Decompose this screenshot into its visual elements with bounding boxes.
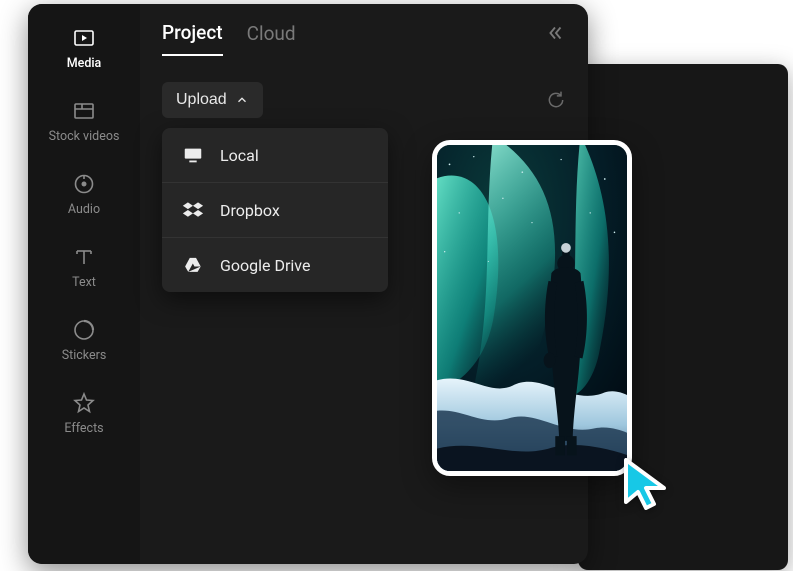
audio-icon (70, 170, 98, 198)
upload-button[interactable]: Upload (162, 82, 263, 118)
sidebar-item-label: Media (67, 56, 102, 71)
sidebar-item-text[interactable]: Text (40, 237, 128, 296)
upload-option-dropbox[interactable]: Dropbox (162, 182, 388, 237)
upload-button-label: Upload (176, 91, 227, 109)
upload-row: Upload (162, 82, 566, 118)
sidebar-item-stickers[interactable]: Stickers (40, 310, 128, 369)
media-icon (70, 24, 98, 52)
sidebar-item-stock-videos[interactable]: Stock videos (40, 91, 128, 150)
tab-cloud[interactable]: Cloud (247, 22, 296, 55)
effects-icon (70, 389, 98, 417)
sidebar-item-label: Stickers (62, 348, 107, 363)
google-drive-icon (182, 254, 204, 276)
upload-option-local[interactable]: Local (162, 128, 388, 182)
upload-option-label: Google Drive (220, 256, 310, 275)
tab-project[interactable]: Project (162, 21, 223, 56)
stickers-icon (70, 316, 98, 344)
media-thumbnail[interactable] (432, 140, 632, 476)
cursor-icon (620, 456, 674, 516)
stock-videos-icon (70, 97, 98, 125)
upload-option-label: Dropbox (220, 201, 280, 220)
sidebar-item-label: Text (72, 275, 96, 290)
refresh-button[interactable] (546, 90, 566, 110)
local-icon (182, 144, 204, 166)
text-icon (70, 243, 98, 271)
upload-option-google-drive[interactable]: Google Drive (162, 237, 388, 292)
sidebar-item-label: Stock videos (49, 129, 120, 144)
sidebar-item-audio[interactable]: Audio (40, 164, 128, 223)
sidebar: Media Stock videos Audio (28, 4, 140, 564)
sidebar-item-effects[interactable]: Effects (40, 383, 128, 442)
sidebar-item-label: Effects (64, 421, 103, 436)
tab-row: Project Cloud (162, 18, 566, 58)
sidebar-item-media[interactable]: Media (40, 18, 128, 77)
collapse-panel-button[interactable] (544, 22, 566, 44)
upload-option-label: Local (220, 146, 259, 165)
dropbox-icon (182, 199, 204, 221)
upload-dropdown: Local Dropbox Google Drive (162, 128, 388, 292)
chevron-up-icon (235, 93, 249, 107)
sidebar-item-label: Audio (68, 202, 100, 217)
